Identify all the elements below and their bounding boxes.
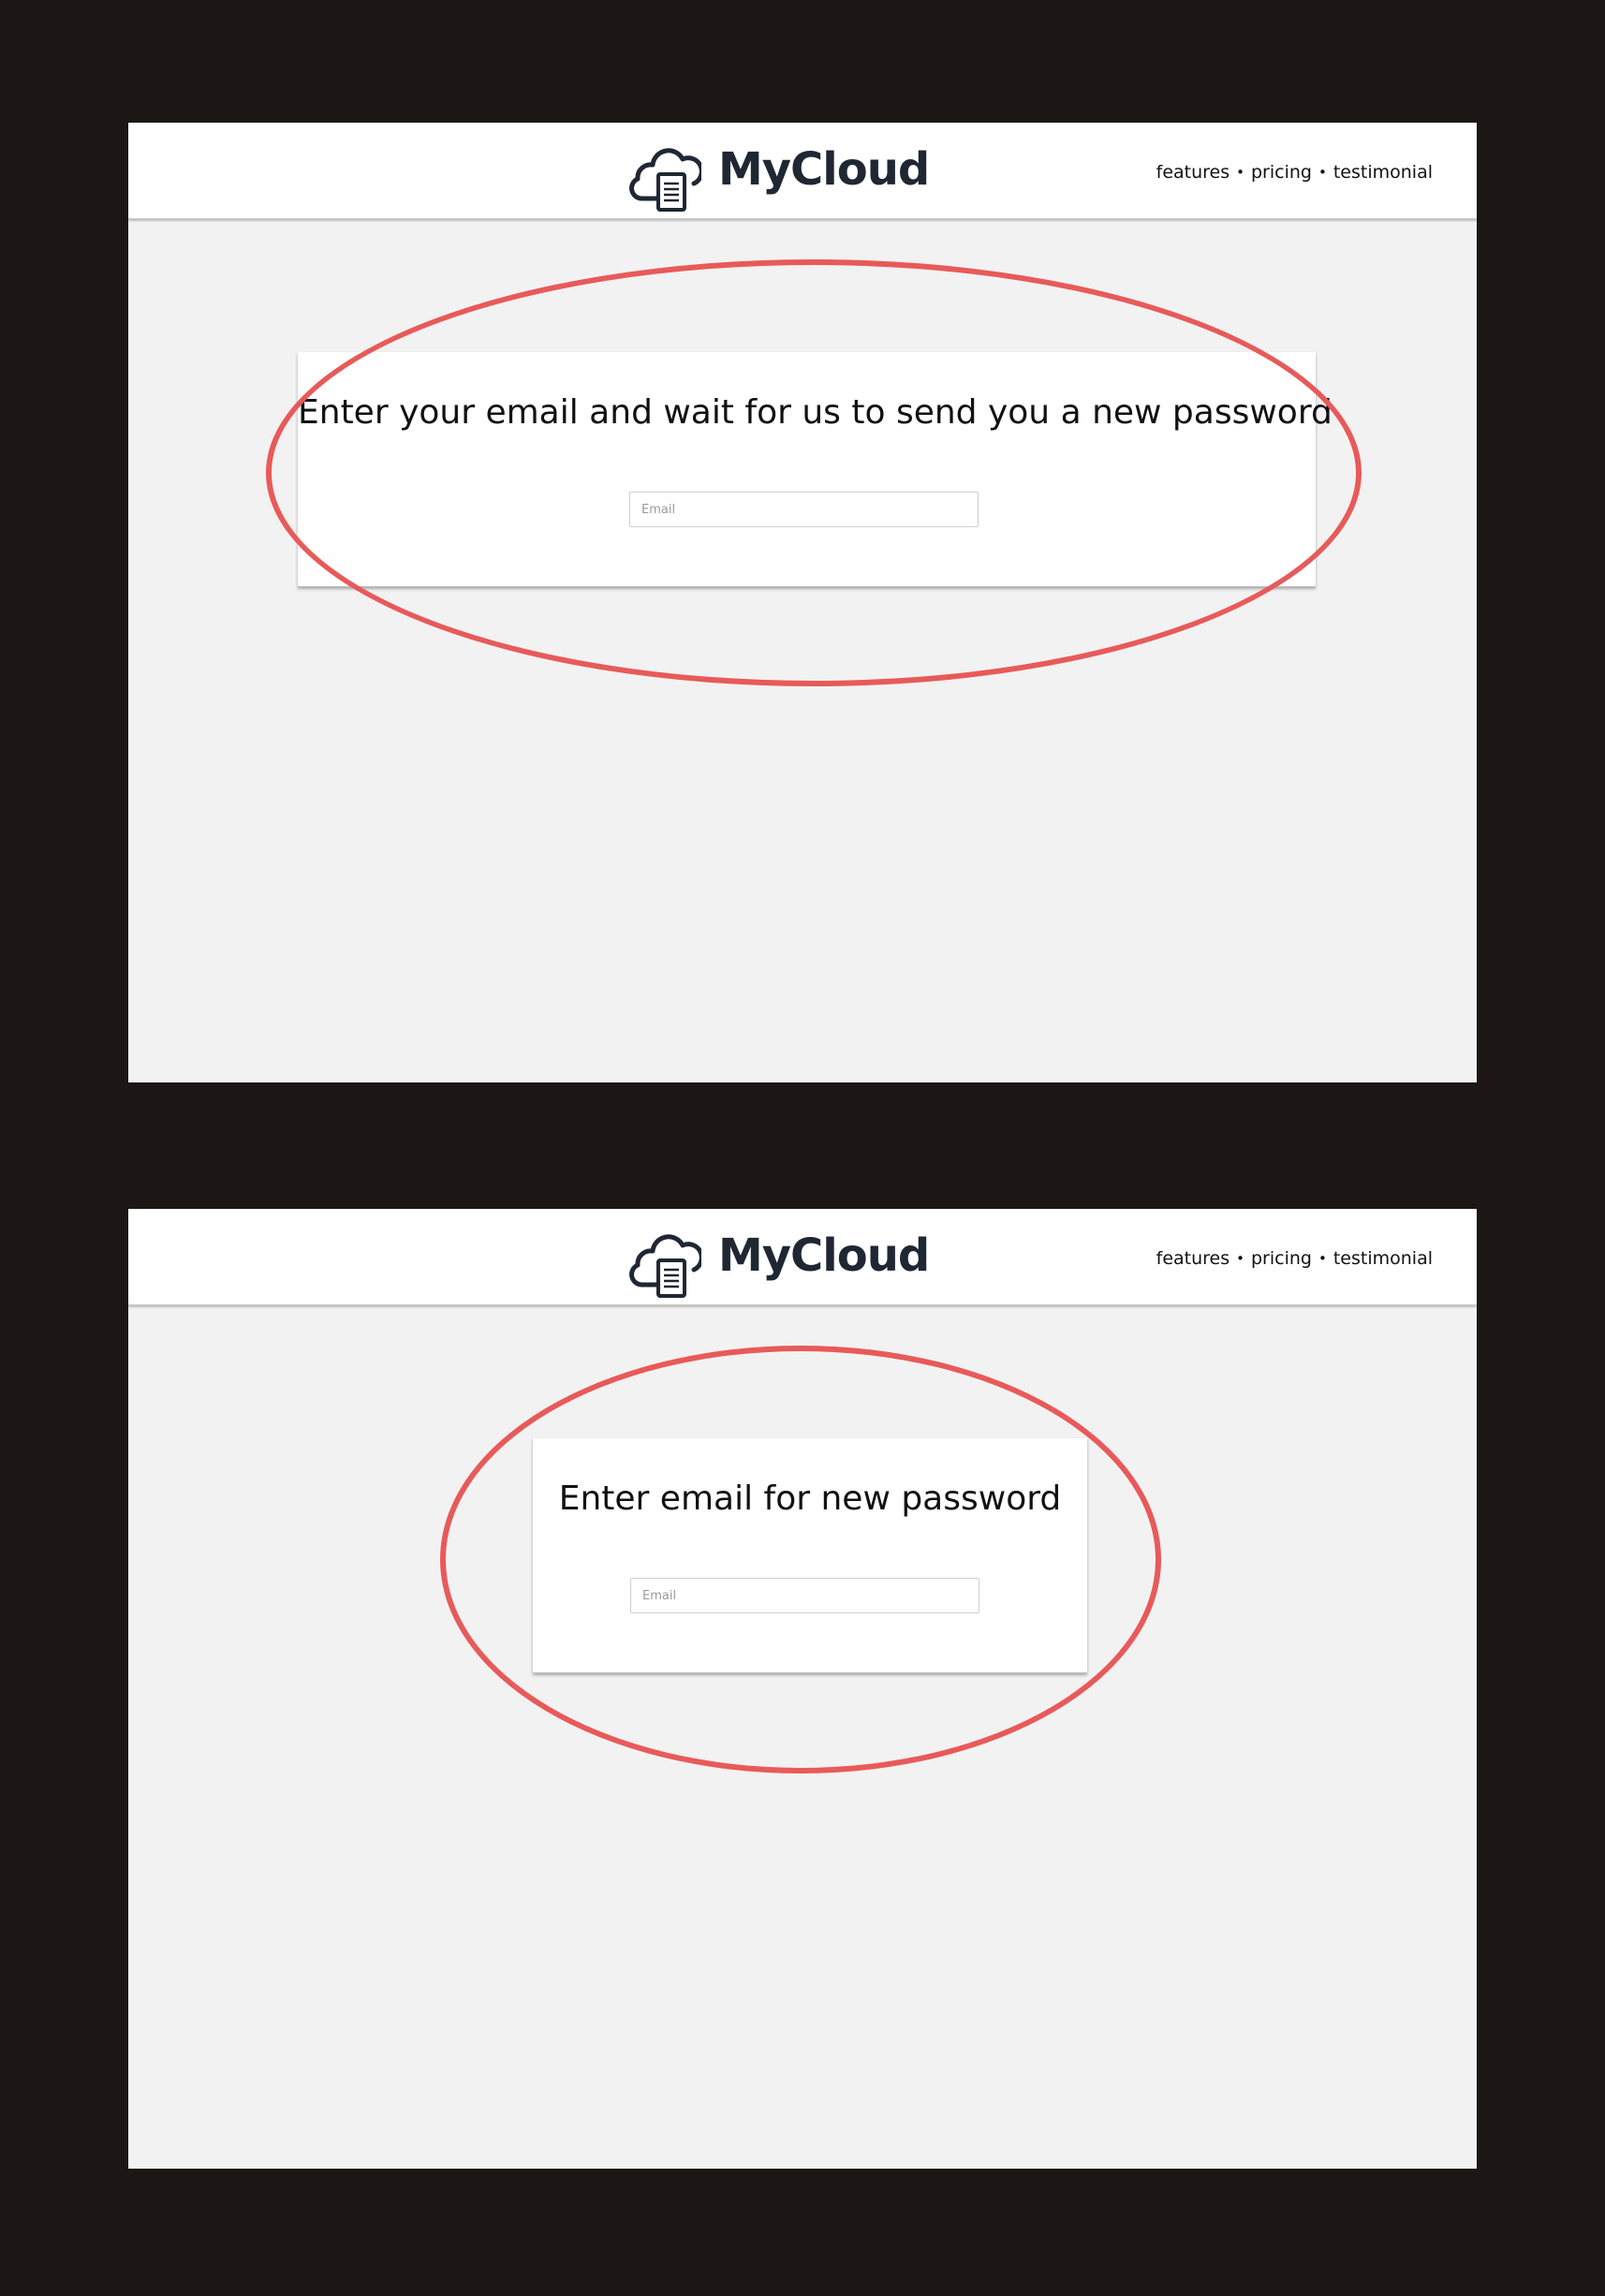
brand-name: MyCloud: [718, 1229, 930, 1282]
nav-links: features • pricing • testimonial: [1156, 1248, 1433, 1269]
screen-version-2: MyCloud features • pricing • testimonial…: [128, 1209, 1477, 2169]
nav-link-testimonial[interactable]: testimonial: [1333, 1248, 1433, 1269]
reset-password-card: Enter email for new password: [533, 1438, 1087, 1673]
cloud-document-icon: [629, 1234, 701, 1298]
cloud-document-icon: [629, 148, 701, 212]
header: MyCloud features • pricing • testimonial: [128, 123, 1477, 219]
card-title: Enter your email and wait for us to send…: [298, 393, 1333, 432]
nav-link-testimonial[interactable]: testimonial: [1333, 162, 1433, 183]
nav-links: features • pricing • testimonial: [1156, 162, 1433, 183]
nav-separator: •: [1318, 164, 1327, 181]
email-input[interactable]: [630, 1578, 979, 1613]
reset-password-card: Enter your email and wait for us to send…: [298, 352, 1333, 587]
logo[interactable]: MyCloud: [628, 139, 930, 213]
nav-link-features[interactable]: features: [1156, 1248, 1230, 1269]
email-input[interactable]: [629, 492, 979, 527]
header: MyCloud features • pricing • testimonial: [128, 1209, 1477, 1305]
nav-separator: •: [1318, 1250, 1327, 1267]
nav-link-pricing[interactable]: pricing: [1251, 1248, 1312, 1269]
nav-link-pricing[interactable]: pricing: [1251, 162, 1312, 183]
nav-separator: •: [1236, 164, 1244, 181]
screen-version-1: MyCloud features • pricing • testimonial…: [128, 123, 1477, 1082]
brand-name: MyCloud: [718, 143, 930, 196]
nav-link-features[interactable]: features: [1156, 162, 1230, 183]
nav-separator: •: [1236, 1250, 1244, 1267]
logo[interactable]: MyCloud: [628, 1225, 930, 1300]
card-title: Enter email for new password: [558, 1479, 1062, 1518]
